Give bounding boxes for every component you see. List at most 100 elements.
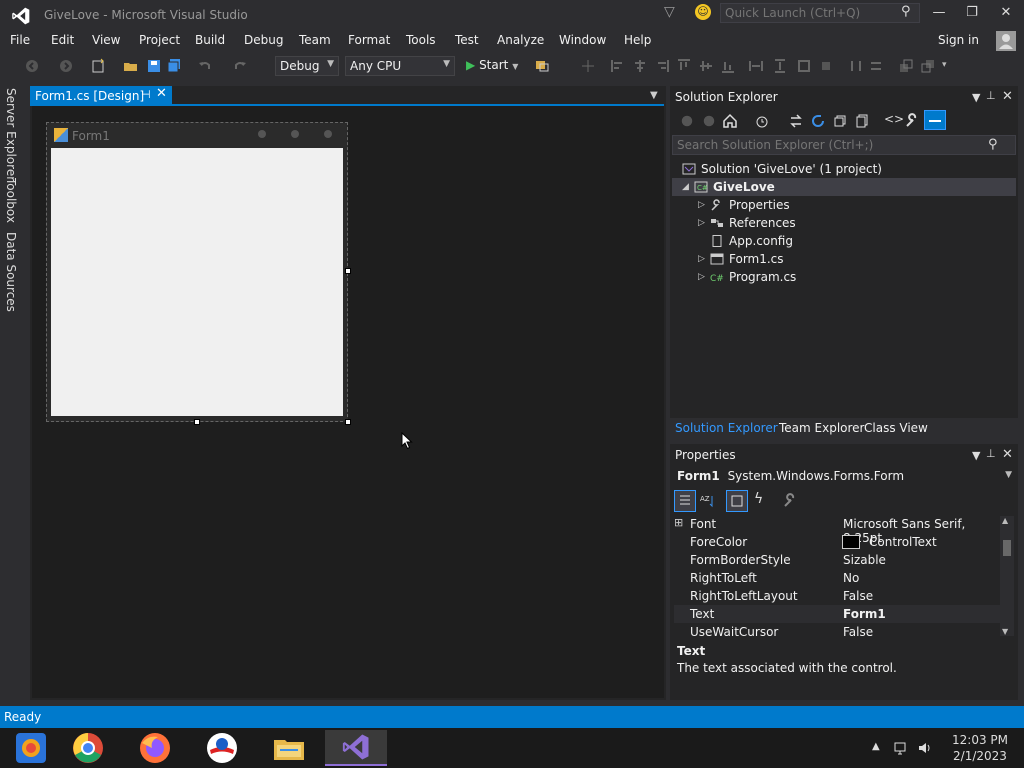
alphabetical-icon[interactable]: AZ <box>700 493 716 509</box>
sign-in-link[interactable]: Sign in <box>938 33 979 47</box>
taskbar-app-blue[interactable] <box>0 730 62 766</box>
search-icon[interactable]: ⚲ <box>988 137 998 152</box>
preview-selected-items-icon[interactable] <box>924 110 946 130</box>
view-code-icon[interactable]: <> <box>884 112 904 126</box>
find-in-files-icon[interactable] <box>534 58 550 74</box>
menu-debug[interactable]: Debug <box>244 33 283 47</box>
back-icon[interactable] <box>680 114 694 128</box>
resize-handle-right[interactable] <box>345 268 351 274</box>
toolbar-overflow-icon[interactable]: ▾ <box>942 60 947 70</box>
document-list-dropdown-icon[interactable]: ▼ <box>650 90 658 101</box>
property-row-righttoleft[interactable]: RightToLeft No <box>674 569 1000 587</box>
tree-item-app-config[interactable]: App.config <box>710 232 793 250</box>
resize-handle-bottom[interactable] <box>194 419 200 425</box>
pin-panel-icon[interactable]: ⊥ <box>986 447 996 460</box>
bring-to-front-icon[interactable] <box>898 58 914 74</box>
solution-node[interactable]: Solution 'GiveLove' (1 project) <box>682 160 882 178</box>
collapse-all-icon[interactable] <box>832 113 848 129</box>
feedback-smiley-icon[interactable]: ☺ <box>695 4 711 20</box>
show-hidden-icons-icon[interactable]: ▲ <box>872 741 880 752</box>
taskbar-visual-studio[interactable] <box>325 730 387 766</box>
collapse-arrow-icon[interactable]: ◢ <box>682 182 694 192</box>
menu-project[interactable]: Project <box>139 33 180 47</box>
menu-tools[interactable]: Tools <box>406 33 436 47</box>
property-pages-wrench-icon[interactable] <box>782 493 798 509</box>
tab-server-explorer[interactable]: Server Explorer <box>4 88 18 181</box>
menu-build[interactable]: Build <box>195 33 225 47</box>
tree-item-references[interactable]: ▷ References <box>698 214 796 232</box>
categorized-icon[interactable] <box>674 490 696 512</box>
expand-arrow-icon[interactable]: ▷ <box>698 254 710 264</box>
property-row-usewaitcursor[interactable]: UseWaitCursor False <box>674 623 1000 641</box>
align-lefts-icon[interactable] <box>610 58 626 74</box>
tab-data-sources[interactable]: Data Sources <box>4 232 18 312</box>
make-same-width-icon[interactable] <box>748 58 764 74</box>
search-icon[interactable]: ⚲ <box>901 4 911 19</box>
show-all-files-icon[interactable] <box>854 113 870 129</box>
forward-icon[interactable] <box>702 114 716 128</box>
menu-team[interactable]: Team <box>299 33 331 47</box>
new-project-icon[interactable] <box>90 58 106 74</box>
align-rights-icon[interactable] <box>654 58 670 74</box>
expand-plus-icon[interactable]: ⊞ <box>674 516 683 529</box>
close-window-button[interactable]: ✕ <box>992 5 1020 25</box>
align-middles-icon[interactable] <box>698 58 714 74</box>
tab-team-explorer[interactable]: Team Explorer <box>779 421 865 435</box>
redo-icon[interactable] <box>232 58 248 74</box>
property-row-formborderstyle[interactable]: FormBorderStyle Sizable <box>674 551 1000 569</box>
scrollbar-thumb[interactable] <box>1003 540 1011 556</box>
home-icon[interactable] <box>722 113 738 129</box>
resize-handle-bottom-right[interactable] <box>345 419 351 425</box>
network-icon[interactable] <box>893 740 909 756</box>
taskbar-file-explorer[interactable] <box>258 730 320 766</box>
solution-configuration-select[interactable]: Debug ▼ <box>275 56 339 76</box>
start-debugging-button[interactable]: ▶ Start ▼ <box>466 58 518 72</box>
align-to-grid-icon[interactable] <box>580 58 596 74</box>
menu-test[interactable]: Test <box>455 33 479 47</box>
menu-view[interactable]: View <box>92 33 120 47</box>
menu-file[interactable]: File <box>10 33 30 47</box>
send-to-back-icon[interactable] <box>920 58 936 74</box>
tab-solution-explorer[interactable]: Solution Explorer <box>675 421 778 435</box>
pin-tab-icon[interactable]: ⊣ <box>141 88 151 101</box>
pending-changes-filter-icon[interactable] <box>754 113 770 129</box>
solution-platform-select[interactable]: Any CPU ▼ <box>345 56 455 76</box>
minimize-button[interactable]: — <box>925 5 953 25</box>
properties-scrollbar[interactable]: ▲ ▼ <box>1000 516 1014 636</box>
align-tops-icon[interactable] <box>676 58 692 74</box>
tab-form1-design[interactable]: Form1.cs [Design] <box>30 86 172 106</box>
solution-search-input[interactable] <box>672 135 1016 155</box>
events-lightning-icon[interactable]: ϟ <box>754 491 763 507</box>
align-centers-icon[interactable] <box>632 58 648 74</box>
align-bottoms-icon[interactable] <box>720 58 736 74</box>
close-tab-icon[interactable]: ✕ <box>156 86 167 101</box>
property-row-righttoleftlayout[interactable]: RightToLeftLayout False <box>674 587 1000 605</box>
menu-analyze[interactable]: Analyze <box>497 33 544 47</box>
volume-icon[interactable] <box>917 740 933 756</box>
close-panel-icon[interactable]: ✕ <box>1002 447 1013 462</box>
properties-view-icon[interactable] <box>726 490 748 512</box>
tree-item-program-cs[interactable]: ▷ C# Program.cs <box>698 268 796 286</box>
close-panel-icon[interactable]: ✕ <box>1002 89 1013 104</box>
undo-icon[interactable] <box>197 58 213 74</box>
taskbar-chrome[interactable] <box>57 730 119 766</box>
make-same-height-icon[interactable] <box>772 58 788 74</box>
tab-class-view[interactable]: Class View <box>864 421 928 435</box>
panel-options-icon[interactable]: ▼ <box>972 91 980 104</box>
avatar[interactable] <box>996 31 1016 51</box>
form-client-area[interactable] <box>51 148 343 416</box>
tab-toolbox[interactable]: Toolbox <box>4 178 18 223</box>
property-row-font[interactable]: ⊞ Font Microsoft Sans Serif, 8.25pt <box>674 515 1000 545</box>
taskbar-firefox[interactable] <box>124 730 186 766</box>
property-row-forecolor[interactable]: ForeColor ControlText <box>674 533 1000 551</box>
horizontal-spacing-icon[interactable] <box>848 58 864 74</box>
save-all-icon[interactable] <box>166 58 182 74</box>
navigate-forward-icon[interactable] <box>58 58 74 74</box>
sync-with-document-icon[interactable] <box>788 113 804 129</box>
properties-wrench-icon[interactable] <box>904 113 920 129</box>
scroll-up-icon[interactable]: ▲ <box>1002 516 1008 525</box>
properties-object-selector[interactable]: Form1 System.Windows.Forms.Form ▼ <box>672 466 1016 486</box>
vertical-spacing-icon[interactable] <box>868 58 884 74</box>
size-to-grid-icon[interactable] <box>796 58 812 74</box>
expand-arrow-icon[interactable]: ▷ <box>698 272 710 282</box>
